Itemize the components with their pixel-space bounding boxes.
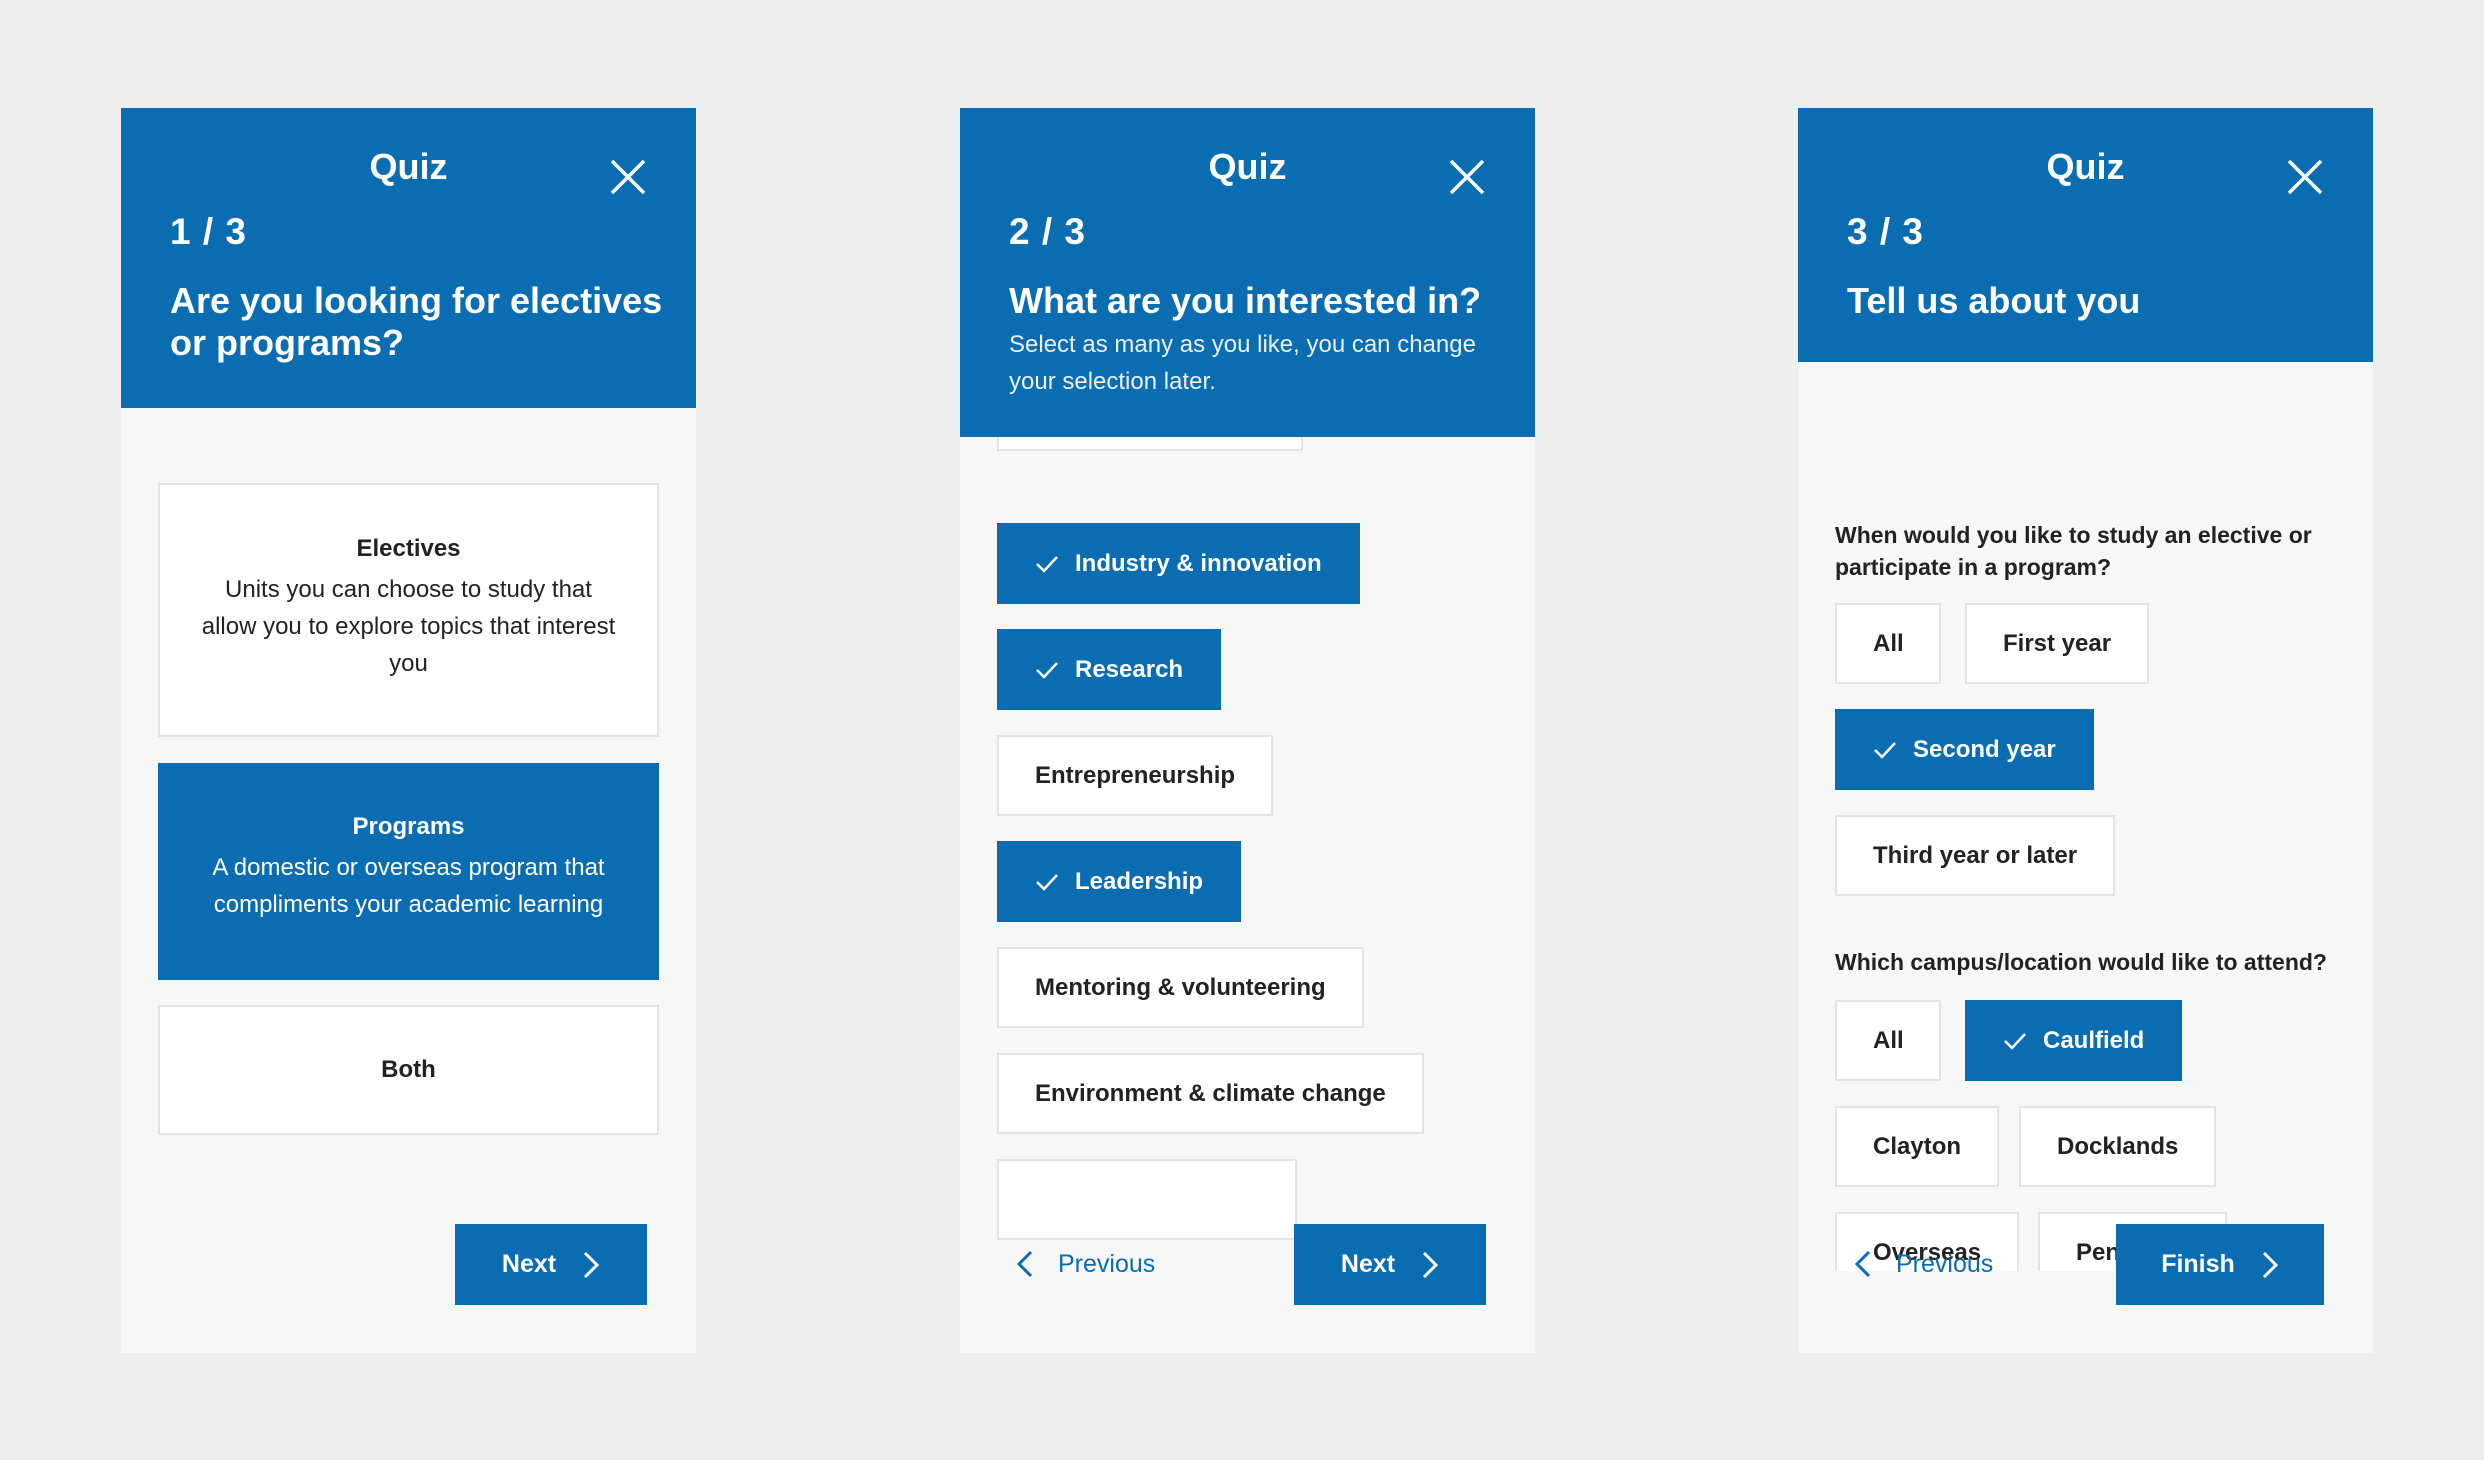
previous-label: Previous (1058, 1249, 1156, 1278)
option-label: Clayton (1873, 1132, 1962, 1160)
option-card-programs[interactable]: Programs A domestic or overseas program … (158, 763, 659, 980)
quiz-panel-step-1: Quiz 1 / 3 Are you looking for electives… (121, 108, 696, 1353)
check-icon (1874, 741, 1896, 759)
option-label: Caulfield (2043, 1026, 2145, 1054)
check-icon (1036, 661, 1058, 679)
step-counter: 2 / 3 (1009, 211, 1086, 252)
option-label: Industry & innovation (1075, 549, 1322, 577)
option-label: Mentoring & volunteering (1035, 973, 1326, 1001)
quiz-header: Quiz 1 / 3 Are you looking for electives… (121, 108, 696, 408)
option-label: Second year (1913, 735, 2056, 763)
next-button[interactable]: Next (1294, 1224, 1486, 1305)
check-icon (1036, 873, 1058, 891)
option-label: Leadership (1075, 867, 1204, 895)
study-option-first-year[interactable]: First year (1965, 603, 2150, 684)
quiz-panel-step-2: Quiz 2 / 3 What are you interested in? S… (960, 108, 1535, 1353)
option-label: All (1873, 1026, 1904, 1054)
campus-option-docklands[interactable]: Docklands (2019, 1106, 2217, 1187)
finish-button[interactable]: Finish (2116, 1224, 2324, 1305)
quiz-panel-step-3: Quiz 3 / 3 Tell us about you When would … (1798, 108, 2373, 1353)
option-title: Both (381, 1056, 436, 1083)
previous-button[interactable]: Previous (1016, 1244, 1155, 1284)
campus-option-caulfield[interactable]: Caulfield (1965, 1000, 2183, 1081)
study-option-second-year[interactable]: Second year (1835, 709, 2094, 790)
study-option-all[interactable]: All (1835, 603, 1941, 684)
option-chip-mentoring-volunteering[interactable]: Mentoring & volunteering (997, 947, 1364, 1028)
option-card-electives[interactable]: Electives Units you can choose to study … (158, 483, 659, 737)
chevron-left-icon (1016, 1250, 1033, 1278)
question-heading: What are you interested in? (1009, 280, 1482, 321)
previous-button[interactable]: Previous (1854, 1244, 1993, 1284)
option-description: A domestic or overseas program that comp… (212, 854, 605, 918)
quiz-header: Quiz 3 / 3 Tell us about you (1798, 108, 2373, 362)
option-chip-partial[interactable] (997, 437, 1303, 451)
check-icon (2004, 1032, 2026, 1050)
chevron-right-icon (584, 1251, 600, 1278)
option-label: Docklands (2057, 1132, 2179, 1160)
about-you-form[interactable]: When would you like to study an elective… (1798, 362, 2373, 1271)
question-heading: Tell us about you (1847, 280, 2141, 321)
quiz-header: Quiz 2 / 3 What are you interested in? S… (960, 108, 1535, 437)
study-option-third-year-or-later[interactable]: Third year or later (1835, 815, 2116, 896)
option-card-both[interactable]: Both (158, 1005, 659, 1135)
option-chip-industry-innovation[interactable]: Industry & innovation (997, 523, 1360, 604)
chevron-right-icon (2262, 1251, 2278, 1278)
option-chip-leadership[interactable]: Leadership (997, 841, 1242, 922)
option-title: Electives (356, 535, 461, 562)
chevron-left-icon (1854, 1250, 1871, 1278)
option-label: Research (1075, 655, 1184, 683)
chevron-right-icon (1423, 1251, 1439, 1278)
previous-label: Previous (1896, 1249, 1994, 1278)
next-label: Next (1340, 1250, 1396, 1278)
question-heading: Are you looking for electives or program… (170, 280, 663, 363)
finish-label: Finish (2161, 1250, 2235, 1278)
option-chip-partial[interactable] (997, 1159, 1297, 1240)
option-label: Entrepreneurship (1035, 761, 1236, 789)
next-button[interactable]: Next (455, 1224, 647, 1305)
campus-option-all[interactable]: All (1835, 1000, 1941, 1081)
campus-option-clayton[interactable]: Clayton (1835, 1106, 2000, 1187)
option-label: Environment & climate change (1035, 1079, 1386, 1107)
option-label: Third year or later (1873, 841, 2078, 869)
interest-options-list[interactable]: Industry & innovation Research Entrepren… (960, 437, 1535, 1271)
close-icon[interactable] (1448, 158, 1486, 196)
study-time-question: When would you like to study an elective… (1835, 522, 2312, 580)
campus-question: Which campus/location would like to atte… (1835, 949, 2327, 975)
option-label: All (1873, 629, 1904, 657)
step-counter: 1 / 3 (170, 211, 247, 252)
option-chip-environment-climate[interactable]: Environment & climate change (997, 1053, 1424, 1134)
next-label: Next (501, 1250, 557, 1278)
check-icon (1036, 555, 1058, 573)
option-chip-entrepreneurship[interactable]: Entrepreneurship (997, 735, 1274, 816)
option-description: Units you can choose to study that allow… (201, 576, 616, 677)
question-subtitle: Select as many as you like, you can chan… (1009, 331, 1476, 395)
option-chip-research[interactable]: Research (997, 629, 1222, 710)
step-counter: 3 / 3 (1847, 211, 1924, 252)
option-title: Programs (352, 813, 465, 840)
close-icon[interactable] (609, 158, 647, 196)
close-icon[interactable] (2286, 158, 2324, 196)
option-label: First year (2003, 629, 2112, 657)
